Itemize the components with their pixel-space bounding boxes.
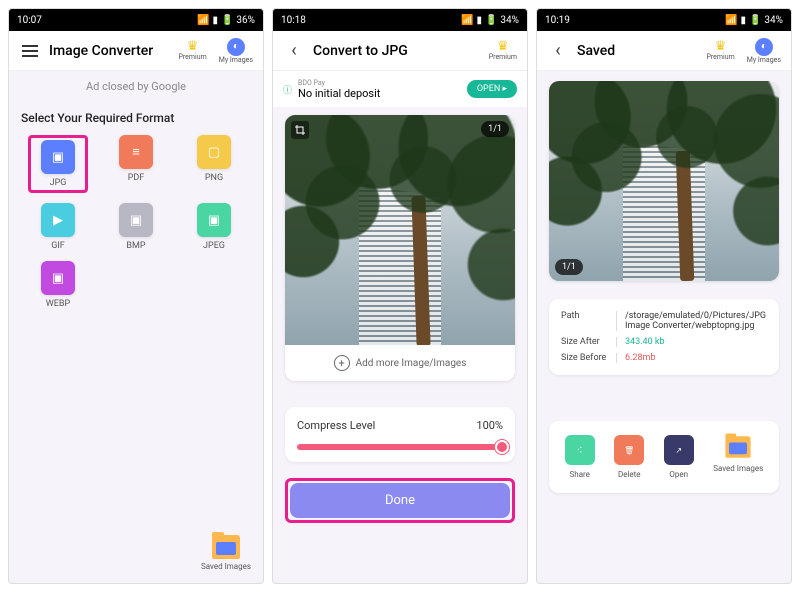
path-label: Path	[561, 311, 617, 331]
signal-icon: ▮	[740, 15, 746, 26]
saved-images-button[interactable]: Saved Images	[713, 435, 763, 479]
status-time: 10:07	[17, 15, 42, 26]
battery-percent: 34%	[500, 15, 519, 26]
open-button[interactable]: ↗ Open	[664, 435, 694, 479]
ad-closed-bar: Ad closed by Google	[9, 71, 263, 101]
saved-images-button[interactable]: Saved Images	[201, 535, 251, 571]
signal-icon: ▮	[476, 15, 482, 26]
menu-icon[interactable]	[19, 40, 41, 62]
my-images-button[interactable]: ◐ My Images	[747, 38, 781, 64]
statusbar: 10:07 📶 ▮ 🔋 36%	[9, 9, 263, 31]
page-title: Convert to JPG	[313, 43, 477, 59]
compress-label: Compress Level	[297, 419, 375, 432]
premium-badge[interactable]: ♛ Premium	[489, 40, 517, 61]
format-webp[interactable]: ▣ WEBP	[28, 261, 88, 309]
signal-icon: ▮	[212, 15, 218, 26]
action-card: ⠪ Share 🗑 Delete ↗ Open Saved Images	[549, 421, 779, 493]
add-more-button[interactable]: + Add more Image/Images	[285, 345, 515, 381]
page-title: Image Converter	[49, 43, 166, 59]
section-title: Select Your Required Format	[9, 101, 263, 131]
battery-percent: 36%	[236, 15, 255, 26]
open-icon: ↗	[664, 435, 694, 465]
battery-icon: 🔋	[221, 15, 233, 26]
image-icon: ▣	[41, 140, 75, 174]
images-icon: ◐	[227, 38, 245, 56]
crop-icon[interactable]	[291, 121, 309, 139]
crown-icon: ♛	[715, 40, 727, 53]
format-gif[interactable]: ▶ GIF	[28, 203, 88, 251]
premium-badge[interactable]: ♛ Premium	[706, 40, 734, 61]
app-header: ‹ Convert to JPG ♛ Premium	[273, 31, 527, 71]
status-icons: 📶 ▮ 🔋 34%	[725, 15, 783, 26]
status-icons: 📶 ▮ 🔋 34%	[461, 15, 519, 26]
screen-format-select: 10:07 📶 ▮ 🔋 36% Image Converter ♛ Premiu…	[8, 8, 264, 584]
done-button[interactable]: Done	[290, 483, 510, 518]
wifi-icon: 📶	[725, 15, 737, 26]
app-header: ‹ Saved ♛ Premium ◐ My Images	[537, 31, 791, 71]
images-icon: ◐	[755, 38, 773, 56]
size-before-value: 6.28mb	[625, 353, 767, 363]
slider-thumb[interactable]	[495, 440, 509, 454]
play-icon: ▶	[41, 203, 75, 237]
status-time: 10:18	[281, 15, 306, 26]
share-icon: ⠪	[565, 435, 595, 465]
image-preview[interactable]: 1/1	[549, 81, 779, 281]
document-icon: ≡	[119, 135, 153, 169]
file-icon: ▢	[197, 135, 231, 169]
wifi-icon: 📶	[461, 15, 473, 26]
image-icon: ▣	[197, 203, 231, 237]
format-png[interactable]: ▢ PNG	[184, 135, 244, 193]
format-jpg[interactable]: ▣ JPG	[28, 135, 88, 193]
app-header: Image Converter ♛ Premium ◐ My Images	[9, 31, 263, 71]
statusbar: 10:18 📶 ▮ 🔋 34%	[273, 9, 527, 31]
image-counter: 1/1	[555, 259, 583, 275]
file-icon: ▣	[119, 203, 153, 237]
file-icon: ▣	[41, 261, 75, 295]
page-title: Saved	[577, 43, 694, 59]
battery-icon: 🔋	[485, 15, 497, 26]
image-card: 1/1	[549, 81, 779, 281]
screen-convert: 10:18 📶 ▮ 🔋 34% ‹ Convert to JPG ♛ Premi…	[272, 8, 528, 584]
size-after-label: Size After	[561, 337, 617, 347]
size-after-value: 343.40 kb	[625, 337, 767, 347]
delete-button[interactable]: 🗑 Delete	[614, 435, 644, 479]
format-jpeg[interactable]: ▣ JPEG	[184, 203, 244, 251]
size-before-label: Size Before	[561, 353, 617, 363]
ad-open-button[interactable]: OPEN ▸	[467, 80, 517, 98]
ad-choices-icon[interactable]: ⓘ	[283, 83, 292, 96]
format-bmp[interactable]: ▣ BMP	[106, 203, 166, 251]
format-grid: ▣ JPG ≡ PDF ▢ PNG ▶ GIF ▣ BMP ▣ JPEG	[9, 131, 263, 313]
status-time: 10:19	[545, 15, 570, 26]
info-card: Path /storage/emulated/0/Pictures/JPG Im…	[549, 299, 779, 375]
crown-icon: ♛	[187, 40, 199, 53]
image-card: 1/1 + Add more Image/Images	[285, 115, 515, 381]
folder-icon	[726, 436, 751, 458]
compress-value: 100%	[476, 419, 503, 432]
crown-icon: ♛	[497, 40, 509, 53]
image-preview[interactable]: 1/1	[285, 115, 515, 345]
back-icon[interactable]: ‹	[547, 40, 569, 62]
my-images-button[interactable]: ◐ My Images	[219, 38, 253, 64]
premium-badge[interactable]: ♛ Premium	[178, 40, 206, 61]
status-icons: 📶 ▮ 🔋 36%	[197, 15, 255, 26]
battery-icon: 🔋	[749, 15, 761, 26]
battery-percent: 34%	[764, 15, 783, 26]
plus-icon: +	[334, 355, 350, 371]
compress-slider[interactable]	[297, 444, 503, 450]
folder-icon	[212, 535, 240, 559]
trash-icon: 🗑	[614, 435, 644, 465]
image-counter: 1/1	[481, 121, 509, 137]
statusbar: 10:19 📶 ▮ 🔋 34%	[537, 9, 791, 31]
ad-banner[interactable]: ⓘ BDO Pay No initial deposit OPEN ▸	[273, 71, 527, 107]
format-pdf[interactable]: ≡ PDF	[106, 135, 166, 193]
compress-card: Compress Level 100%	[285, 407, 515, 462]
back-icon[interactable]: ‹	[283, 40, 305, 62]
path-value: /storage/emulated/0/Pictures/JPG Image C…	[625, 311, 767, 331]
done-button-highlight: Done	[285, 478, 515, 523]
share-button[interactable]: ⠪ Share	[565, 435, 595, 479]
wifi-icon: 📶	[197, 15, 209, 26]
screen-saved: 10:19 📶 ▮ 🔋 34% ‹ Saved ♛ Premium ◐ My I…	[536, 8, 792, 584]
